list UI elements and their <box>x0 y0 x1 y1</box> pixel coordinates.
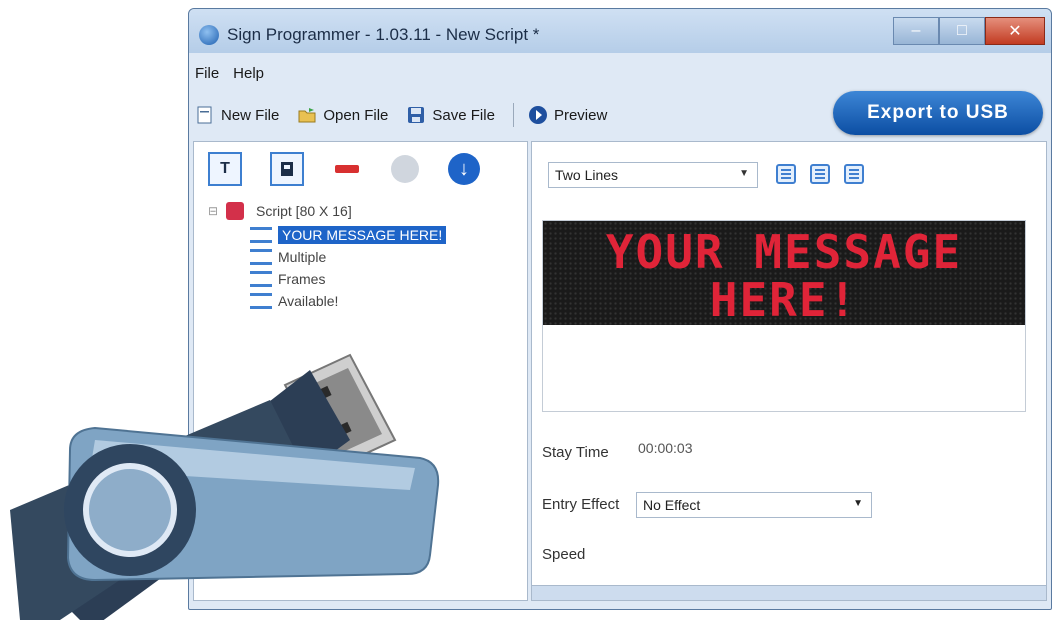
maximize-button[interactable]: □ <box>939 17 985 45</box>
save-file-label: Save File <box>432 106 495 124</box>
stay-time-label: Stay Time <box>542 444 609 461</box>
usb-drive-image <box>10 353 440 620</box>
stay-time-input[interactable]: 00:00:03 <box>638 440 693 456</box>
tree-item-label: YOUR MESSAGE HERE! <box>278 226 447 244</box>
tree-item-label: Available! <box>278 293 339 309</box>
message-icon <box>250 293 272 309</box>
tree-item-label: Multiple <box>278 249 327 265</box>
tree-item[interactable]: Frames <box>250 268 446 290</box>
preview-label: Preview <box>553 106 608 124</box>
collapse-icon[interactable]: ⊟ <box>208 204 218 218</box>
led-line-2: HERE! <box>709 273 859 325</box>
align-center-button[interactable] <box>810 164 830 184</box>
toolbar: New File Open File Save File Preview <box>195 103 625 127</box>
dropdown-arrow-icon: ▼ <box>739 168 749 179</box>
move-up-button[interactable] <box>390 154 420 184</box>
close-button[interactable]: ✕ <box>985 17 1045 45</box>
app-icon <box>199 25 219 45</box>
save-icon <box>406 105 426 125</box>
tree-item[interactable]: Available! <box>250 290 446 312</box>
add-text-button[interactable]: T <box>208 152 242 186</box>
tree-children: YOUR MESSAGE HERE! Multiple Frames Avail… <box>250 224 447 312</box>
up-arrow-icon <box>391 155 419 183</box>
minus-icon <box>335 165 359 173</box>
open-file-button[interactable]: Open File <box>297 105 388 125</box>
entry-effect-value: No Effect <box>643 497 701 513</box>
minimize-button[interactable]: – <box>893 17 939 45</box>
toolbar-separator <box>512 103 514 127</box>
status-bar <box>532 585 1046 600</box>
new-file-icon <box>195 105 215 125</box>
lines-mode-value: Two Lines <box>555 167 619 183</box>
open-file-label: Open File <box>323 106 389 124</box>
tree-root-label: Script [80 X 16] <box>256 203 352 219</box>
script-icon <box>226 202 244 220</box>
message-icon <box>250 227 272 243</box>
open-file-icon <box>297 105 317 125</box>
title-bar[interactable]: Sign Programmer - 1.03.11 - New Script *… <box>189 9 1051 53</box>
text-icon: T <box>220 160 230 177</box>
move-down-button[interactable]: ↓ <box>448 153 480 185</box>
new-file-button[interactable]: New File <box>195 105 279 125</box>
play-icon <box>528 105 548 125</box>
align-right-button[interactable] <box>844 164 864 184</box>
image-icon <box>281 162 293 176</box>
tree-root[interactable]: ⊟ Script [80 X 16] <box>208 202 446 220</box>
dropdown-arrow-icon: ▼ <box>853 498 863 509</box>
speed-label: Speed <box>542 546 586 563</box>
entry-effect-label: Entry Effect <box>542 496 620 513</box>
window-title: Sign Programmer - 1.03.11 - New Script * <box>227 25 540 44</box>
align-left-button[interactable] <box>776 164 796 184</box>
editor-pane: Two Lines ▼ YOUR MESSAGE HERE! Stay Time… <box>531 141 1047 601</box>
message-icon <box>250 271 272 287</box>
alignment-buttons <box>776 164 864 184</box>
tree-item-label: Frames <box>278 271 326 287</box>
script-tree: ⊟ Script [80 X 16] YOUR MESSAGE HERE! Mu… <box>208 202 447 312</box>
remove-button[interactable] <box>332 154 362 184</box>
menu-bar: File Help <box>195 65 264 82</box>
menu-help[interactable]: Help <box>233 65 264 82</box>
tree-item[interactable]: YOUR MESSAGE HERE! <box>250 224 447 246</box>
new-file-label: New File <box>221 106 280 124</box>
usb-swivel-ring <box>83 463 177 557</box>
menu-file[interactable]: File <box>195 65 219 82</box>
window-controls: – □ ✕ <box>893 17 1045 45</box>
preview-area: YOUR MESSAGE HERE! <box>542 220 1026 412</box>
led-display: YOUR MESSAGE HERE! <box>543 221 1025 325</box>
tree-toolbar: T ↓ <box>208 152 480 186</box>
led-line-1: YOUR MESSAGE <box>605 225 963 279</box>
export-to-usb-button[interactable]: Export to USB <box>833 91 1043 135</box>
save-file-button[interactable]: Save File <box>406 105 495 125</box>
down-arrow-icon: ↓ <box>459 157 469 180</box>
tree-item[interactable]: Multiple <box>250 246 446 268</box>
preview-button[interactable]: Preview <box>528 105 607 125</box>
add-image-button[interactable] <box>270 152 304 186</box>
entry-effect-select[interactable]: No Effect ▼ <box>636 492 872 518</box>
message-icon <box>250 249 272 265</box>
lines-mode-select[interactable]: Two Lines ▼ <box>548 162 758 188</box>
